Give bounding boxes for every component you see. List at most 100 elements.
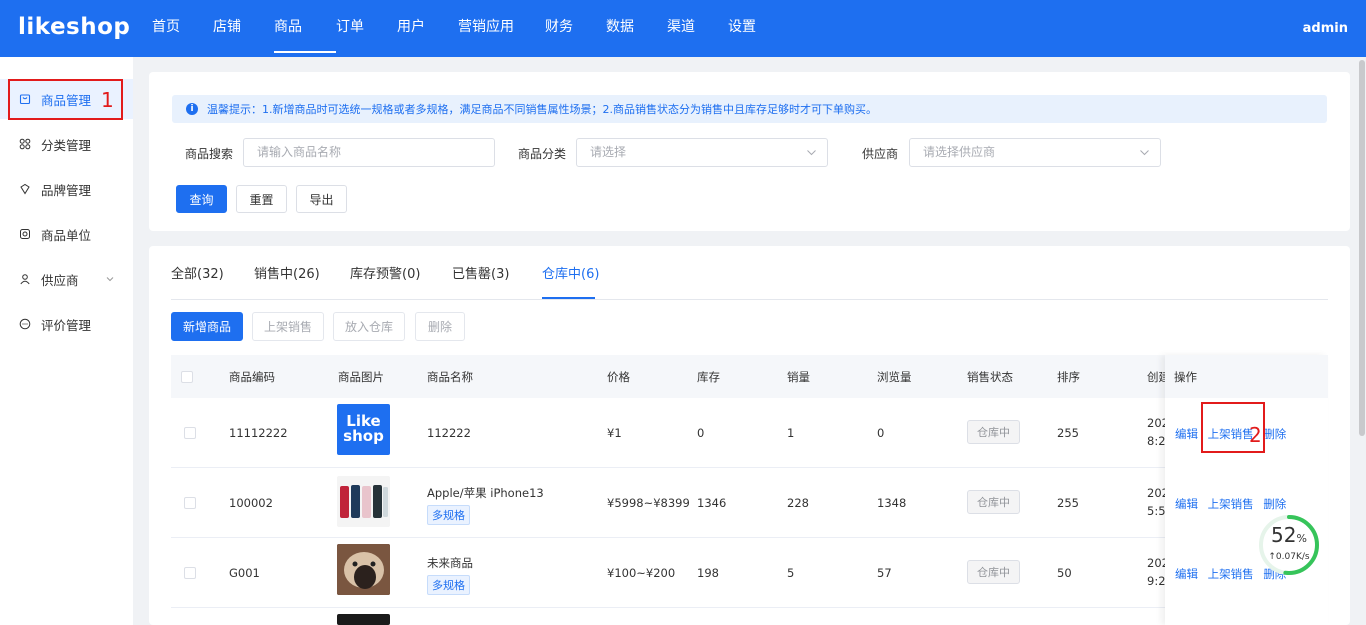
supplier-icon	[19, 273, 31, 285]
onsale-link[interactable]: 上架销售	[1208, 497, 1254, 511]
table-row: 100002 Apple/苹果 iPhone13 多规格 ¥5998~¥8399…	[171, 468, 1328, 538]
row-operations: 编辑 上架销售 删除	[1175, 496, 1292, 512]
sidebar-item-brand[interactable]: 品牌管理	[0, 169, 133, 209]
status-badge: 仓库中	[967, 420, 1020, 444]
sidebar-item-supplier[interactable]: 供应商	[0, 259, 133, 299]
goods-code: 100002	[229, 496, 273, 510]
top-nav: 首页 店铺 商品 订单 用户 营销应用 财务 数据 渠道 设置	[152, 0, 768, 57]
row-checkbox[interactable]	[184, 497, 196, 509]
top-bar: likeshop 首页 店铺 商品 订单 用户 营销应用 财务 数据 渠道 设置…	[0, 0, 1366, 57]
sidebar-item-label: 品牌管理	[41, 182, 92, 198]
edit-link[interactable]: 编辑	[1175, 497, 1198, 511]
nav-goods[interactable]: 商品	[274, 0, 336, 57]
search-input[interactable]: 请输入商品名称	[243, 138, 495, 167]
col-sort: 排序	[1057, 370, 1080, 384]
sidebar-item-unit[interactable]: 商品单位	[0, 214, 133, 254]
multi-spec-tag: 多规格	[427, 575, 470, 595]
supplier-label: 供应商	[862, 147, 899, 161]
category-select[interactable]: 请选择	[576, 138, 828, 167]
sidebar-item-label: 分类管理	[41, 137, 92, 153]
nav-channels[interactable]: 渠道	[667, 0, 728, 57]
tab-in-warehouse[interactable]: 仓库中(6)	[542, 263, 599, 282]
goods-name-cell: 未来商品 多规格	[427, 555, 473, 595]
nav-users[interactable]: 用户	[397, 0, 458, 57]
brand-icon	[19, 183, 31, 195]
sidebar-item-label: 评价管理	[41, 317, 92, 333]
info-icon: i	[186, 103, 198, 115]
sidebar-item-label: 供应商	[41, 272, 79, 288]
nav-finance[interactable]: 财务	[545, 0, 606, 57]
col-image: 商品图片	[338, 370, 384, 384]
goods-views: 1348	[877, 496, 907, 510]
select-all-checkbox[interactable]	[181, 371, 193, 383]
row-checkbox[interactable]	[184, 427, 196, 439]
goods-image[interactable]	[337, 544, 390, 595]
annotation-label-2: 2	[1249, 423, 1262, 447]
tab-all[interactable]: 全部(32)	[171, 263, 224, 282]
unit-icon	[19, 228, 31, 240]
delete-link[interactable]: 删除	[1263, 497, 1286, 511]
nav-store[interactable]: 店铺	[213, 0, 274, 57]
goods-image[interactable]: Like shop	[337, 404, 390, 455]
user-menu[interactable]: admin	[1303, 0, 1348, 57]
sidebar-item-comments[interactable]: 评价管理	[0, 304, 133, 344]
operations-header: 操作	[1165, 355, 1328, 398]
supplier-select[interactable]: 请选择供应商	[909, 138, 1161, 167]
status-badge: 仓库中	[967, 560, 1020, 584]
goods-image[interactable]	[337, 614, 390, 625]
goods-name: Apple/苹果 iPhone13	[427, 486, 544, 500]
page-scrollbar-thumb[interactable]	[1359, 60, 1365, 436]
goods-price: ¥100~¥200	[607, 566, 676, 580]
goods-sales: 228	[787, 496, 809, 510]
goods-sales: 5	[787, 566, 795, 580]
reset-button[interactable]: 重置	[236, 185, 287, 213]
col-status: 销售状态	[967, 370, 1013, 384]
active-tab-underline	[542, 297, 595, 299]
export-button[interactable]: 导出	[296, 185, 347, 213]
speed-percent-row: 52%	[1256, 523, 1322, 547]
sidebar-item-category[interactable]: 分类管理	[0, 124, 133, 164]
app-logo[interactable]: likeshop	[18, 14, 130, 40]
phone-image-icon	[340, 485, 388, 518]
goods-image[interactable]	[337, 476, 390, 527]
category-placeholder: 请选择	[590, 145, 627, 159]
goods-code: G001	[229, 566, 260, 580]
tab-stock-warning[interactable]: 库存预警(0)	[350, 263, 420, 282]
network-speed-widget[interactable]: 52% ↑0.07K/s	[1256, 512, 1322, 578]
nav-settings[interactable]: 设置	[728, 0, 768, 57]
bulk-onsale-button[interactable]: 上架销售	[252, 312, 324, 341]
nav-data[interactable]: 数据	[606, 0, 667, 57]
goods-sort: 255	[1057, 426, 1079, 440]
edit-link[interactable]: 编辑	[1175, 427, 1198, 441]
col-code: 商品编码	[229, 370, 275, 384]
nav-orders[interactable]: 订单	[336, 0, 397, 57]
row-checkbox[interactable]	[184, 567, 196, 579]
goods-stock: 1346	[697, 496, 727, 510]
speed-percent-unit: %	[1296, 532, 1307, 545]
sidebar-item-label: 商品单位	[41, 227, 92, 243]
bulk-warehouse-button[interactable]: 放入仓库	[333, 312, 405, 341]
col-operations: 操作	[1174, 370, 1197, 384]
tab-on-sale[interactable]: 销售中(26)	[254, 263, 320, 282]
chevron-down-icon[interactable]	[105, 272, 115, 287]
dog-image-icon	[337, 544, 390, 595]
bulk-delete-button[interactable]: 删除	[415, 312, 465, 341]
chevron-down-icon	[1139, 139, 1150, 177]
add-goods-button[interactable]: 新增商品	[171, 312, 243, 341]
goods-name-cell: Apple/苹果 iPhone13 多规格	[427, 485, 544, 525]
nav-marketing[interactable]: 营销应用	[458, 0, 545, 57]
goods-price: ¥1	[607, 426, 622, 440]
goods-name: 112222	[427, 426, 471, 440]
delete-link[interactable]: 删除	[1263, 427, 1286, 441]
onsale-link[interactable]: 上架销售	[1208, 567, 1254, 581]
tip-banner: i 温馨提示：1.新增商品时可选统一规格或者多规格，满足商品不同销售属性场景；2…	[172, 95, 1327, 123]
query-button[interactable]: 查询	[176, 185, 227, 213]
col-stock: 库存	[697, 370, 720, 384]
table-row: G001 未来商品 多规格 ¥100~¥200 198 5 57 仓库中 50 …	[171, 538, 1328, 608]
tab-sold-out[interactable]: 已售罄(3)	[452, 263, 509, 282]
nav-home[interactable]: 首页	[152, 0, 213, 57]
edit-link[interactable]: 编辑	[1175, 567, 1198, 581]
search-label: 商品搜索	[185, 147, 234, 161]
speed-percent: 52	[1271, 523, 1297, 547]
operations-column: 操作 编辑 上架销售 删除 编辑 上架销售 删除 编辑 上架销售 删除	[1165, 355, 1328, 625]
